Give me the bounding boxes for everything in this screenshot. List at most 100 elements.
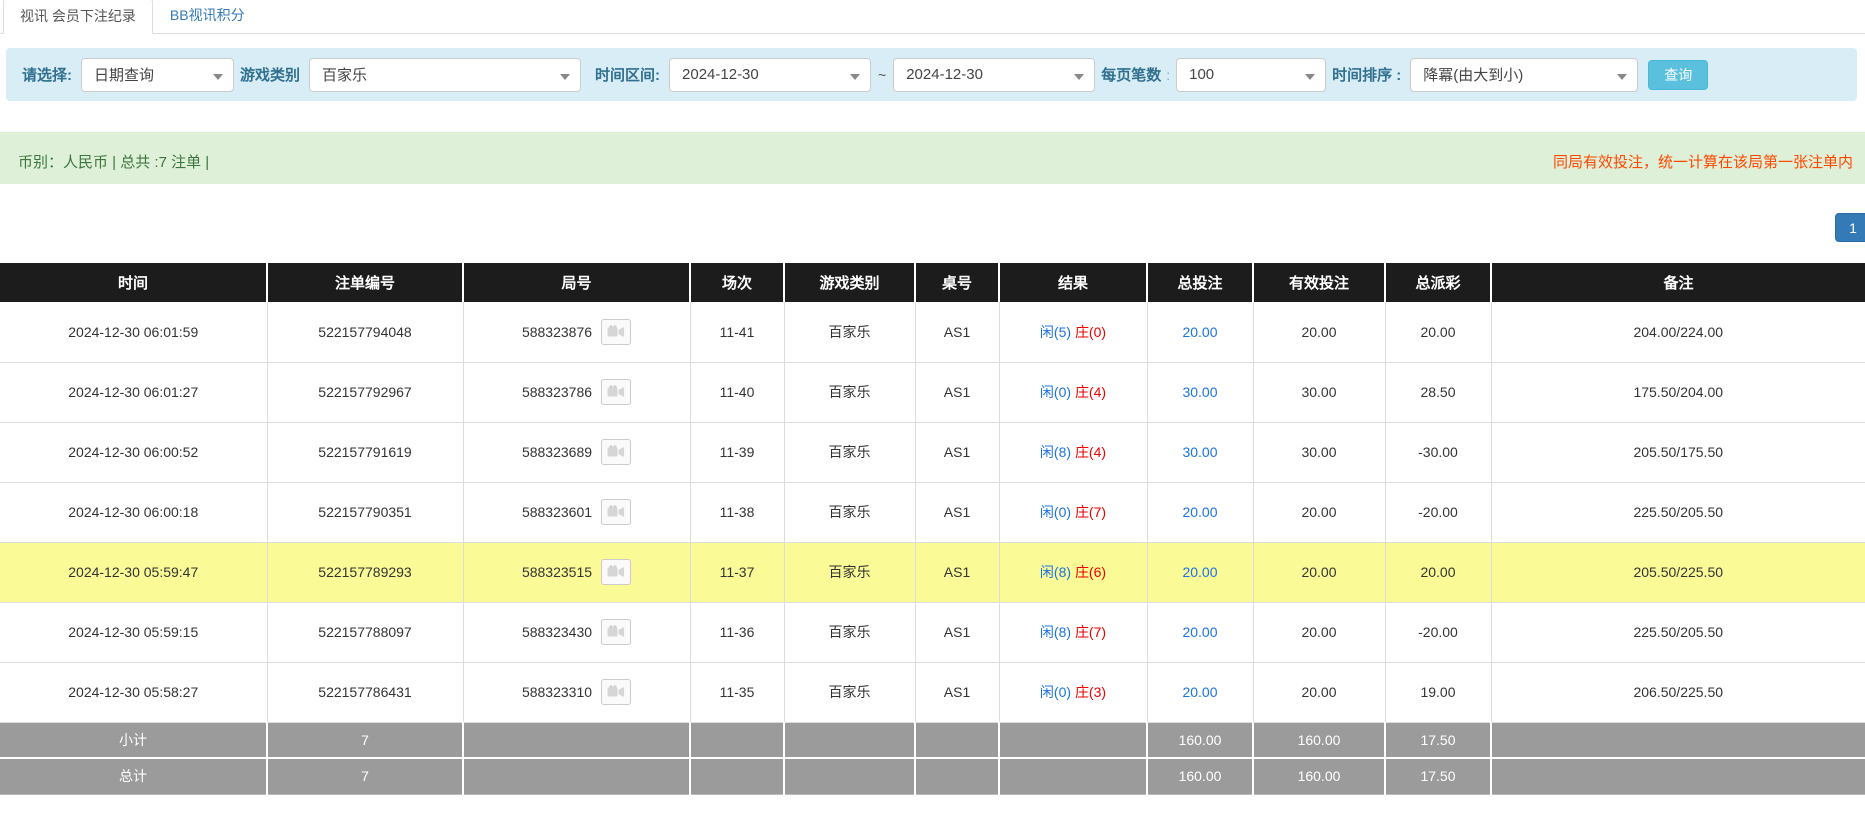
- video-icon: [607, 445, 625, 459]
- bet-id-cell: 522157786431: [267, 662, 463, 722]
- header-bet-id: 注单编号: [267, 263, 463, 302]
- session-cell: 11-38: [690, 482, 784, 542]
- result-cell: 闲(8) 庄(7): [999, 602, 1147, 662]
- filter-toolbar: 请选择: 日期查询 游戏类别 百家乐 时间区间: 2024-12-30 ~ 20…: [6, 48, 1857, 101]
- video-replay-button[interactable]: [601, 559, 631, 585]
- table-number-cell: AS1: [915, 602, 999, 662]
- video-replay-button[interactable]: [601, 379, 631, 405]
- tab-bar: 视讯 会员下注纪录 BB视讯积分: [0, 0, 1865, 34]
- session-cell: 11-40: [690, 362, 784, 422]
- game-type-cell: 百家乐: [784, 482, 915, 542]
- valid-bet-cell: 20.00: [1253, 602, 1385, 662]
- table-row: 2024-12-30 05:59:47522157789293588323515…: [0, 542, 1865, 602]
- total-payout-cell: -30.00: [1385, 422, 1491, 482]
- table-number-cell: AS1: [915, 542, 999, 602]
- time-cell: 2024-12-30 05:59:15: [0, 602, 267, 662]
- valid-bet-cell: 20.00: [1253, 542, 1385, 602]
- round-id-cell: 588323786: [463, 362, 690, 422]
- page-size-select[interactable]: 100: [1176, 58, 1326, 92]
- date-to-value: 2024-12-30: [906, 66, 983, 83]
- total-bet-link[interactable]: 20.00: [1182, 684, 1217, 700]
- game-type-select[interactable]: 百家乐: [309, 58, 581, 92]
- total-bet-link[interactable]: 20.00: [1182, 504, 1217, 520]
- video-replay-button[interactable]: [601, 619, 631, 645]
- total-row-total-bet: 160.00: [1147, 758, 1253, 794]
- total-payout-cell: -20.00: [1385, 602, 1491, 662]
- game-type-cell: 百家乐: [784, 662, 915, 722]
- banker-result: 庄(3): [1075, 684, 1106, 700]
- total-bet-cell: 20.00: [1147, 662, 1253, 722]
- time-cell: 2024-12-30 06:00:18: [0, 482, 267, 542]
- round-number: 588323515: [522, 564, 592, 580]
- date-range-tilde: ~: [878, 67, 886, 83]
- valid-bet-cell: 20.00: [1253, 662, 1385, 722]
- total-bet-link[interactable]: 30.00: [1182, 444, 1217, 460]
- total-payout-cell: 20.00: [1385, 302, 1491, 362]
- session-cell: 11-37: [690, 542, 784, 602]
- video-replay-button[interactable]: [601, 319, 631, 345]
- total-row: 总计7160.00160.0017.50: [0, 758, 1865, 794]
- subtotal-row-empty-cell: [463, 722, 690, 758]
- tab-betting-records[interactable]: 视讯 会员下注纪录: [3, 0, 153, 34]
- valid-bet-cell: 30.00: [1253, 422, 1385, 482]
- table-number-cell: AS1: [915, 302, 999, 362]
- table-row: 2024-12-30 06:00:52522157791619588323689…: [0, 422, 1865, 482]
- total-bet-cell: 20.00: [1147, 602, 1253, 662]
- round-id-cell: 588323515: [463, 542, 690, 602]
- search-button[interactable]: 查询: [1648, 60, 1708, 90]
- total-row-empty-cell: [1491, 758, 1865, 794]
- result-cell: 闲(8) 庄(6): [999, 542, 1147, 602]
- player-result: 闲(0): [1040, 384, 1071, 400]
- round-id-cell: 588323689: [463, 422, 690, 482]
- subtotal-row-total-bet: 160.00: [1147, 722, 1253, 758]
- date-from-select[interactable]: 2024-12-30: [669, 58, 871, 92]
- result-cell: 闲(8) 庄(4): [999, 422, 1147, 482]
- subtotal-row-label: 小计: [0, 722, 267, 758]
- video-replay-button[interactable]: [601, 499, 631, 525]
- round-id-cell: 588323601: [463, 482, 690, 542]
- banker-result: 庄(6): [1075, 564, 1106, 580]
- time-cell: 2024-12-30 05:59:47: [0, 542, 267, 602]
- betting-records-table: 时间注单编号局号场次游戏类别桌号结果总投注有效投注总派彩备注 2024-12-3…: [0, 263, 1865, 795]
- table-row: 2024-12-30 06:01:27522157792967588323786…: [0, 362, 1865, 422]
- round-id-cell: 588323310: [463, 662, 690, 722]
- tab-bb-video-points[interactable]: BB视讯积分: [153, 0, 262, 33]
- date-to-select[interactable]: 2024-12-30: [893, 58, 1095, 92]
- total-bet-link[interactable]: 20.00: [1182, 624, 1217, 640]
- session-cell: 11-39: [690, 422, 784, 482]
- session-cell: 11-35: [690, 662, 784, 722]
- round-id-cell: 588323430: [463, 602, 690, 662]
- bet-id-cell: 522157794048: [267, 302, 463, 362]
- remark-cell: 225.50/205.50: [1491, 602, 1865, 662]
- time-cell: 2024-12-30 06:01:59: [0, 302, 267, 362]
- banker-result: 庄(4): [1075, 384, 1106, 400]
- session-cell: 11-41: [690, 302, 784, 362]
- banker-result: 庄(4): [1075, 444, 1106, 460]
- round-number: 588323876: [522, 324, 592, 340]
- header-valid-bet: 有效投注: [1253, 263, 1385, 302]
- result-cell: 闲(5) 庄(0): [999, 302, 1147, 362]
- page-1-button[interactable]: 1: [1835, 213, 1865, 242]
- header-session: 场次: [690, 263, 784, 302]
- total-bet-cell: 20.00: [1147, 542, 1253, 602]
- query-type-select[interactable]: 日期查询: [81, 58, 234, 92]
- table-number-cell: AS1: [915, 422, 999, 482]
- chevron-down-icon: [850, 74, 860, 80]
- player-result: 闲(8): [1040, 564, 1071, 580]
- round-id-cell: 588323876: [463, 302, 690, 362]
- summary-bar: 币别：人民币 | 总共 :7 注单 | 同局有效投注，统一计算在该局第一张注单内: [0, 132, 1865, 184]
- sort-order-select[interactable]: 降冪(由大到小): [1410, 58, 1638, 92]
- result-cell: 闲(0) 庄(3): [999, 662, 1147, 722]
- header-round-id: 局号: [463, 263, 690, 302]
- table-row: 2024-12-30 06:00:18522157790351588323601…: [0, 482, 1865, 542]
- video-replay-button[interactable]: [601, 439, 631, 465]
- total-bet-link[interactable]: 20.00: [1182, 564, 1217, 580]
- header-time: 时间: [0, 263, 267, 302]
- table-row: 2024-12-30 05:58:27522157786431588323310…: [0, 662, 1865, 722]
- video-replay-button[interactable]: [601, 679, 631, 705]
- session-cell: 11-36: [690, 602, 784, 662]
- subtotal-row-empty-cell: [784, 722, 915, 758]
- valid-bet-cell: 30.00: [1253, 362, 1385, 422]
- total-bet-link[interactable]: 20.00: [1182, 324, 1217, 340]
- total-bet-link[interactable]: 30.00: [1182, 384, 1217, 400]
